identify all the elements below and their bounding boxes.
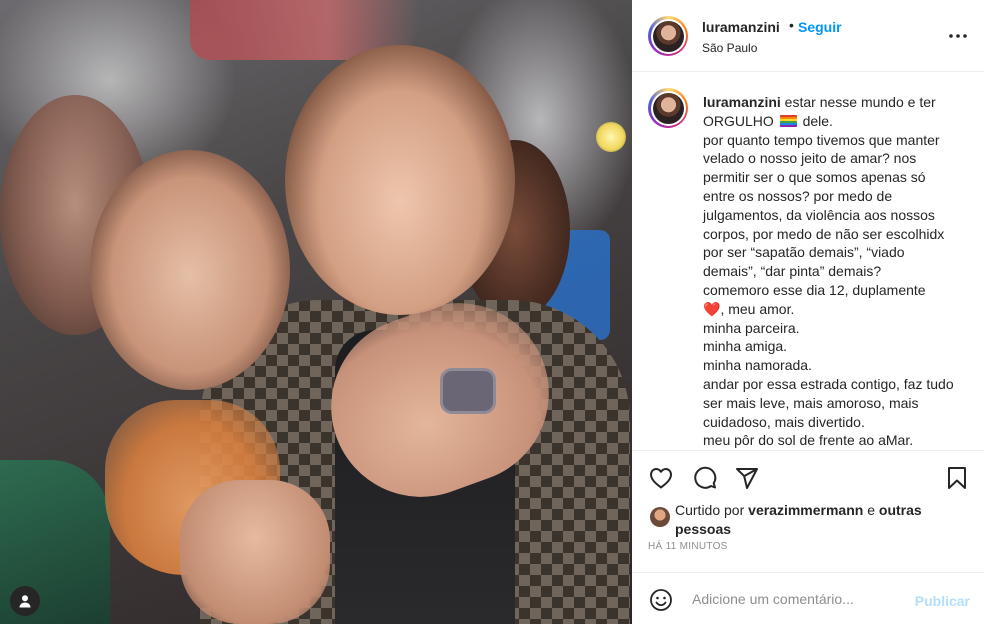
likes-prefix: Curtido por	[675, 502, 749, 518]
publish-button[interactable]: Publicar	[915, 593, 970, 609]
like-button[interactable]	[648, 465, 674, 491]
post-location[interactable]: São Paulo	[702, 41, 757, 55]
user-icon	[19, 595, 31, 608]
heart-emoji-icon: ❤️	[703, 300, 721, 317]
emoji-button[interactable]	[648, 587, 674, 613]
avatar-image	[652, 20, 684, 52]
post-photo[interactable]	[0, 0, 632, 624]
post-side-panel: luramanzini • Seguir São Paulo luramanzi…	[632, 0, 984, 624]
photo-hand	[180, 480, 330, 624]
photo-face-right	[285, 45, 515, 315]
rainbow-flag-icon	[779, 114, 797, 127]
instagram-post: luramanzini • Seguir São Paulo luramanzi…	[0, 0, 984, 624]
separator-dot: •	[789, 17, 794, 33]
caption-text: luramanzini estar nesse mundo e ter ORGU…	[703, 93, 961, 450]
emoji-smile-icon	[650, 589, 672, 611]
more-horizontal-icon	[949, 34, 967, 38]
photo-face-left	[90, 150, 290, 390]
comment-button[interactable]	[692, 465, 718, 491]
author-username[interactable]: luramanzini	[702, 19, 780, 35]
caption-avatar[interactable]	[648, 88, 688, 128]
caption-line-2: , meu amor. minha parceira. minha amiga.…	[703, 300, 954, 449]
more-options-button[interactable]	[948, 26, 968, 46]
tagged-people-button[interactable]	[10, 586, 40, 616]
likes-middle: e	[863, 502, 879, 518]
send-icon	[736, 468, 758, 489]
liker-username[interactable]: verazimmermann	[748, 502, 863, 518]
comment-bar: Publicar	[632, 572, 984, 624]
save-button[interactable]	[944, 465, 970, 491]
photo-light	[596, 122, 626, 152]
caption-section: luramanzini estar nesse mundo e ter ORGU…	[632, 72, 984, 450]
bookmark-icon	[948, 467, 966, 489]
avatar[interactable]	[648, 16, 688, 56]
comment-input[interactable]	[692, 585, 902, 613]
post-timestamp[interactable]: HÁ 11 MINUTOS	[648, 541, 728, 552]
caption-username[interactable]: luramanzini	[703, 94, 781, 110]
photo-smartwatch	[440, 368, 496, 414]
follow-button[interactable]: Seguir	[798, 19, 842, 35]
share-button[interactable]	[734, 465, 760, 491]
comment-icon	[694, 466, 717, 489]
likes-text: Curtido por verazimmermann e outras pess…	[675, 501, 965, 539]
caption-avatar-image	[652, 92, 684, 124]
liker-avatar[interactable]	[650, 507, 670, 527]
caption-line-1b: dele. por quanto tempo tivemos que mante…	[703, 112, 945, 298]
action-bar: Curtido por verazimmermann e outras pess…	[632, 450, 984, 572]
heart-icon	[650, 468, 672, 489]
post-header: luramanzini • Seguir São Paulo	[632, 0, 984, 72]
